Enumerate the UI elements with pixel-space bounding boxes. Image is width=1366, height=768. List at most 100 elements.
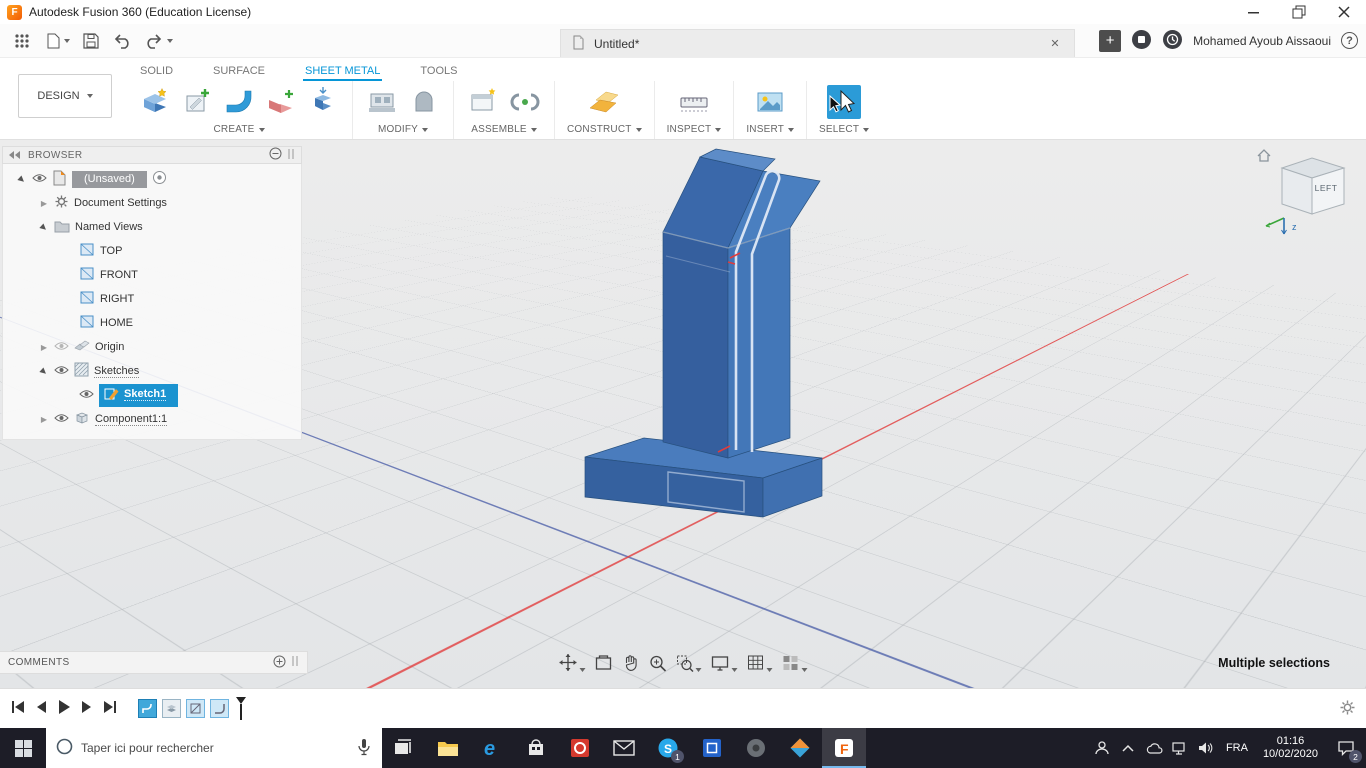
expand-arrow[interactable] xyxy=(39,415,49,424)
new-tab-button[interactable]: + xyxy=(1099,29,1122,52)
group-label-inspect[interactable]: INSPECT xyxy=(667,124,712,135)
document-tab-close-icon[interactable]: ✕ xyxy=(1046,35,1064,53)
layout-grid-icon[interactable] xyxy=(747,654,773,672)
viewports-icon[interactable] xyxy=(782,654,808,672)
eye-icon[interactable] xyxy=(32,173,47,186)
network-icon[interactable] xyxy=(1167,728,1193,768)
display-settings-icon[interactable] xyxy=(711,654,738,672)
flange-create-icon[interactable] xyxy=(138,85,172,119)
app-icon-gray[interactable] xyxy=(734,728,778,768)
skype-icon[interactable]: S1 xyxy=(646,728,690,768)
group-label-assemble[interactable]: ASSEMBLE xyxy=(471,124,527,135)
app-icon-red[interactable] xyxy=(558,728,602,768)
extensions-icon[interactable] xyxy=(1131,29,1152,53)
new-component-icon[interactable] xyxy=(466,85,500,119)
help-icon[interactable]: ? xyxy=(1341,32,1358,49)
eye-icon[interactable] xyxy=(79,389,94,402)
job-status-icon[interactable] xyxy=(1162,29,1183,53)
taskbar-clock[interactable]: 01:16 10/02/2020 xyxy=(1255,735,1326,761)
task-view-icon[interactable] xyxy=(382,728,426,768)
document-tab[interactable]: Untitled* ✕ xyxy=(560,29,1075,57)
group-label-insert[interactable]: INSERT xyxy=(746,124,784,135)
file-menu-icon[interactable] xyxy=(38,28,75,54)
save-icon[interactable] xyxy=(77,28,105,54)
derive-icon[interactable] xyxy=(306,85,340,119)
fusion-360-taskbar-icon[interactable]: F xyxy=(822,728,866,768)
tree-item-component1[interactable]: Component1:1 xyxy=(3,407,301,431)
tree-item-view-front[interactable]: FRONT xyxy=(3,263,301,287)
timeline-step-forward-icon[interactable] xyxy=(80,699,94,718)
construct-plane-icon[interactable] xyxy=(587,85,621,119)
orbit-icon[interactable] xyxy=(559,653,586,672)
measure-icon[interactable] xyxy=(677,85,711,119)
viewcube[interactable]: LEFT z xyxy=(1254,146,1358,238)
timeline-feature-sketch[interactable] xyxy=(186,699,205,718)
comments-bar[interactable]: COMMENTS xyxy=(0,651,308,674)
app-icon-blue[interactable] xyxy=(690,728,734,768)
microsoft-store-icon[interactable] xyxy=(514,728,558,768)
expand-arrow[interactable] xyxy=(39,199,49,208)
tab-solid[interactable]: SOLID xyxy=(138,65,175,81)
tree-item-origin[interactable]: Origin xyxy=(3,335,301,359)
pan-hand-icon[interactable] xyxy=(622,654,640,672)
tree-item-view-top[interactable]: TOP xyxy=(3,239,301,263)
app-icon-diamond[interactable] xyxy=(778,728,822,768)
select-cursor-icon[interactable] xyxy=(827,85,862,119)
flange-icon[interactable] xyxy=(222,85,256,119)
action-center-icon[interactable]: 2 xyxy=(1326,728,1366,768)
timeline-play-icon[interactable] xyxy=(56,698,72,719)
group-label-create[interactable]: CREATE xyxy=(213,124,254,135)
timeline-step-back-icon[interactable] xyxy=(34,699,48,718)
tree-item-named-views[interactable]: Named Views xyxy=(3,215,301,239)
zoom-icon[interactable] xyxy=(649,654,667,672)
look-at-icon[interactable] xyxy=(595,654,613,672)
convert-to-sheet-metal-icon[interactable] xyxy=(264,85,298,119)
volume-icon[interactable] xyxy=(1193,728,1219,768)
mail-icon[interactable] xyxy=(602,728,646,768)
workspace-selector[interactable]: DESIGN xyxy=(18,74,112,118)
timeline-feature-base[interactable] xyxy=(162,699,181,718)
timeline-settings-gear-icon[interactable] xyxy=(1339,699,1356,719)
viewcube-face-label[interactable]: LEFT xyxy=(1310,183,1342,193)
taskbar-search[interactable] xyxy=(46,728,382,768)
timeline-go-end-icon[interactable] xyxy=(102,699,118,718)
circle-plus-icon[interactable] xyxy=(273,655,286,671)
tree-item-root[interactable]: (Unsaved) xyxy=(3,167,301,191)
create-sketch-icon[interactable] xyxy=(180,85,214,119)
timeline-go-start-icon[interactable] xyxy=(10,699,26,718)
timeline-feature-flange[interactable] xyxy=(138,699,157,718)
tree-item-document-settings[interactable]: Document Settings xyxy=(3,191,301,215)
onedrive-cloud-icon[interactable] xyxy=(1141,728,1167,768)
tree-item-sketch1[interactable]: Sketch1 xyxy=(3,383,301,407)
start-button[interactable] xyxy=(0,728,46,768)
eye-icon[interactable] xyxy=(54,341,69,354)
file-explorer-icon[interactable] xyxy=(426,728,470,768)
undo-icon[interactable] xyxy=(107,28,137,54)
expand-arrow[interactable] xyxy=(15,172,28,185)
microphone-icon[interactable] xyxy=(356,738,372,759)
expand-arrow[interactable] xyxy=(39,343,49,352)
tree-item-view-home[interactable]: HOME xyxy=(3,311,301,335)
people-icon[interactable] xyxy=(1089,728,1115,768)
zoom-window-icon[interactable] xyxy=(676,654,702,672)
circle-minus-icon[interactable] xyxy=(269,147,282,163)
user-name[interactable]: Mohamed Ayoub Aissaoui xyxy=(1193,34,1331,48)
edge-icon[interactable]: e xyxy=(470,728,514,768)
search-input[interactable] xyxy=(81,741,348,755)
restore-button[interactable] xyxy=(1276,0,1321,24)
panel-grip-icon[interactable] xyxy=(287,148,295,163)
tree-item-view-right[interactable]: RIGHT xyxy=(3,287,301,311)
expand-arrow[interactable] xyxy=(37,220,50,233)
minimize-button[interactable] xyxy=(1231,0,1276,24)
language-indicator[interactable]: FRA xyxy=(1219,742,1255,754)
collapse-panel-icon[interactable] xyxy=(9,151,21,159)
joint-icon[interactable] xyxy=(508,85,542,119)
redo-icon[interactable] xyxy=(139,28,178,54)
expand-arrow[interactable] xyxy=(37,364,50,377)
selected-tree-item[interactable]: Sketch1 xyxy=(99,383,179,407)
eye-icon[interactable] xyxy=(54,413,69,426)
tab-surface[interactable]: SURFACE xyxy=(211,65,267,81)
flat-pattern-icon[interactable] xyxy=(365,85,399,119)
unfold-icon[interactable] xyxy=(407,85,441,119)
group-label-modify[interactable]: MODIFY xyxy=(378,124,418,135)
